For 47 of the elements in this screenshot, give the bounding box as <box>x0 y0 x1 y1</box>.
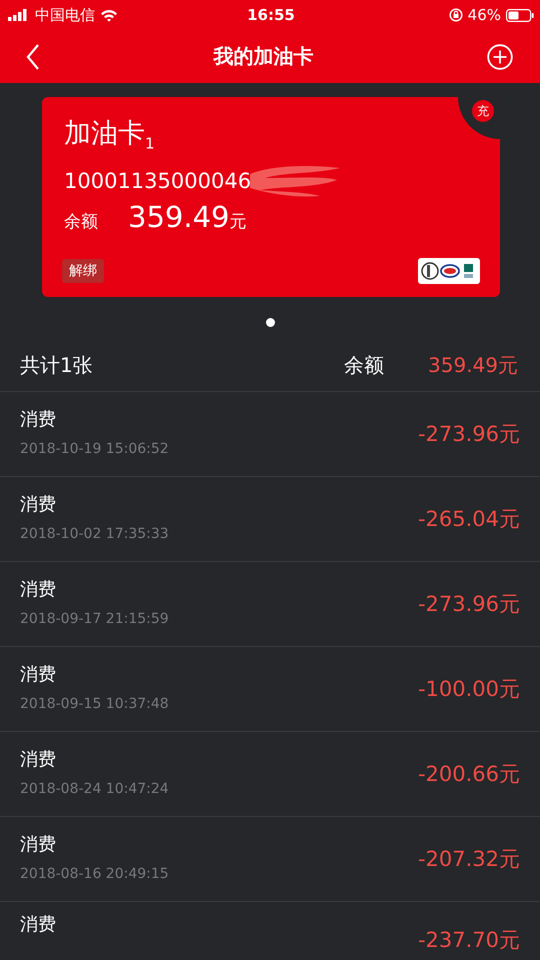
transaction-type: 消费 <box>20 493 57 516</box>
transaction-type: 消费 <box>20 408 57 431</box>
transaction-time: 2018-10-02 17:35:33 <box>20 526 169 542</box>
currency-unit: 元 <box>229 211 246 234</box>
transaction-row[interactable]: 消费 2018-08-16 20:49:15 -207.32元 <box>0 817 540 902</box>
transaction-amount: -265.04元 <box>418 507 520 531</box>
transaction-row[interactable]: 消费 2018-08-24 10:47:24 -200.66元 <box>0 732 540 817</box>
transaction-time: 2018-09-15 10:37:48 <box>20 696 169 712</box>
battery-percent: 46% <box>468 6 501 24</box>
transaction-time: 2018-08-24 10:47:24 <box>20 781 169 797</box>
balance-label: 余额 <box>344 352 384 378</box>
transaction-type: 消费 <box>20 578 57 601</box>
rotation-lock-icon <box>448 8 463 22</box>
transaction-amount: -273.96元 <box>418 422 520 446</box>
transaction-row[interactable]: 消费 2018-09-15 10:37:48 -100.00元 <box>0 647 540 732</box>
carrier-name: 中国电信 <box>35 6 95 24</box>
transaction-type: 消费 <box>20 833 57 856</box>
transaction-type: 消费 <box>20 913 56 936</box>
add-icon[interactable] <box>487 44 513 70</box>
transaction-row[interactable]: 消费 2018-10-19 15:06:52 -273.96元 <box>0 392 540 477</box>
battery-icon <box>506 8 534 22</box>
brand-logos-drawing <box>418 258 480 284</box>
card-balance: 359.49 <box>128 200 230 234</box>
transaction-time: 2018-09-17 21:15:59 <box>20 611 169 627</box>
transaction-amount: -207.32元 <box>418 847 520 871</box>
unbind-button[interactable]: 解绑 <box>62 259 104 283</box>
transaction-type: 消费 <box>20 663 57 686</box>
balance-label: 余额 <box>64 211 99 234</box>
card-number: 10001135000046 <box>64 169 252 194</box>
transaction-time: 2018-10-19 15:06:52 <box>20 441 169 457</box>
card-name: 加油卡$_{1}$ <box>64 117 156 152</box>
status-time: 16:55 <box>247 6 295 24</box>
transaction-amount: -200.66元 <box>418 762 520 786</box>
total-balance: 359.49元 <box>428 352 518 378</box>
transaction-amount: -273.96元 <box>418 592 520 616</box>
page-title: 我的加油卡 <box>214 43 314 70</box>
card-count: 共计1张 <box>20 352 94 378</box>
back-icon[interactable] <box>26 44 40 70</box>
transaction-type: 消费 <box>20 748 57 771</box>
transaction-amount: -100.00元 <box>418 677 520 701</box>
transaction-row[interactable]: 消费 -237.70元 <box>0 902 540 960</box>
fuel-card[interactable]: 充 加油卡$_{1}$ 10001135000046 余额 359.49元 解绑 <box>42 97 500 297</box>
transaction-row[interactable]: 消费 2018-10-02 17:35:33 -265.04元 <box>0 477 540 562</box>
transaction-time: 2018-08-16 20:49:15 <box>20 866 169 882</box>
transaction-amount: -237.70元 <box>418 928 520 952</box>
wifi-icon <box>100 8 118 22</box>
transaction-row[interactable]: 消费 2018-09-17 21:15:59 -273.96元 <box>0 562 540 647</box>
